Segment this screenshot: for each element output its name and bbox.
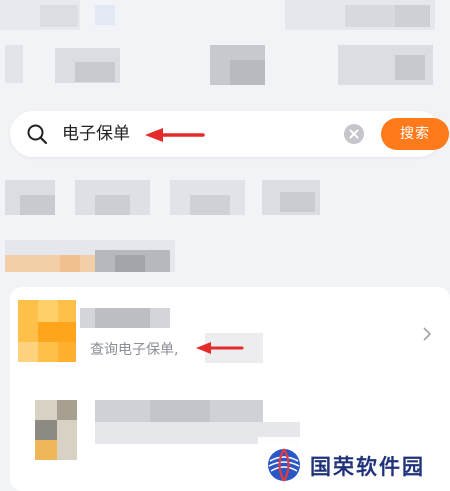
result-subtitle: 查询电子保单, <box>90 342 179 358</box>
search-bar[interactable]: 电子保单 搜索 <box>10 111 449 157</box>
search-icon <box>27 124 48 145</box>
watermark-text: 国荣软件园 <box>310 455 425 479</box>
red-arrow-annotation <box>145 128 205 142</box>
chevron-right-icon <box>423 327 432 341</box>
search-button[interactable]: 搜索 <box>381 118 449 150</box>
clear-icon[interactable] <box>344 124 364 144</box>
red-arrow-annotation-2 <box>196 342 244 354</box>
globe-logo-icon <box>268 448 300 482</box>
search-input[interactable]: 电子保单 <box>62 122 130 146</box>
